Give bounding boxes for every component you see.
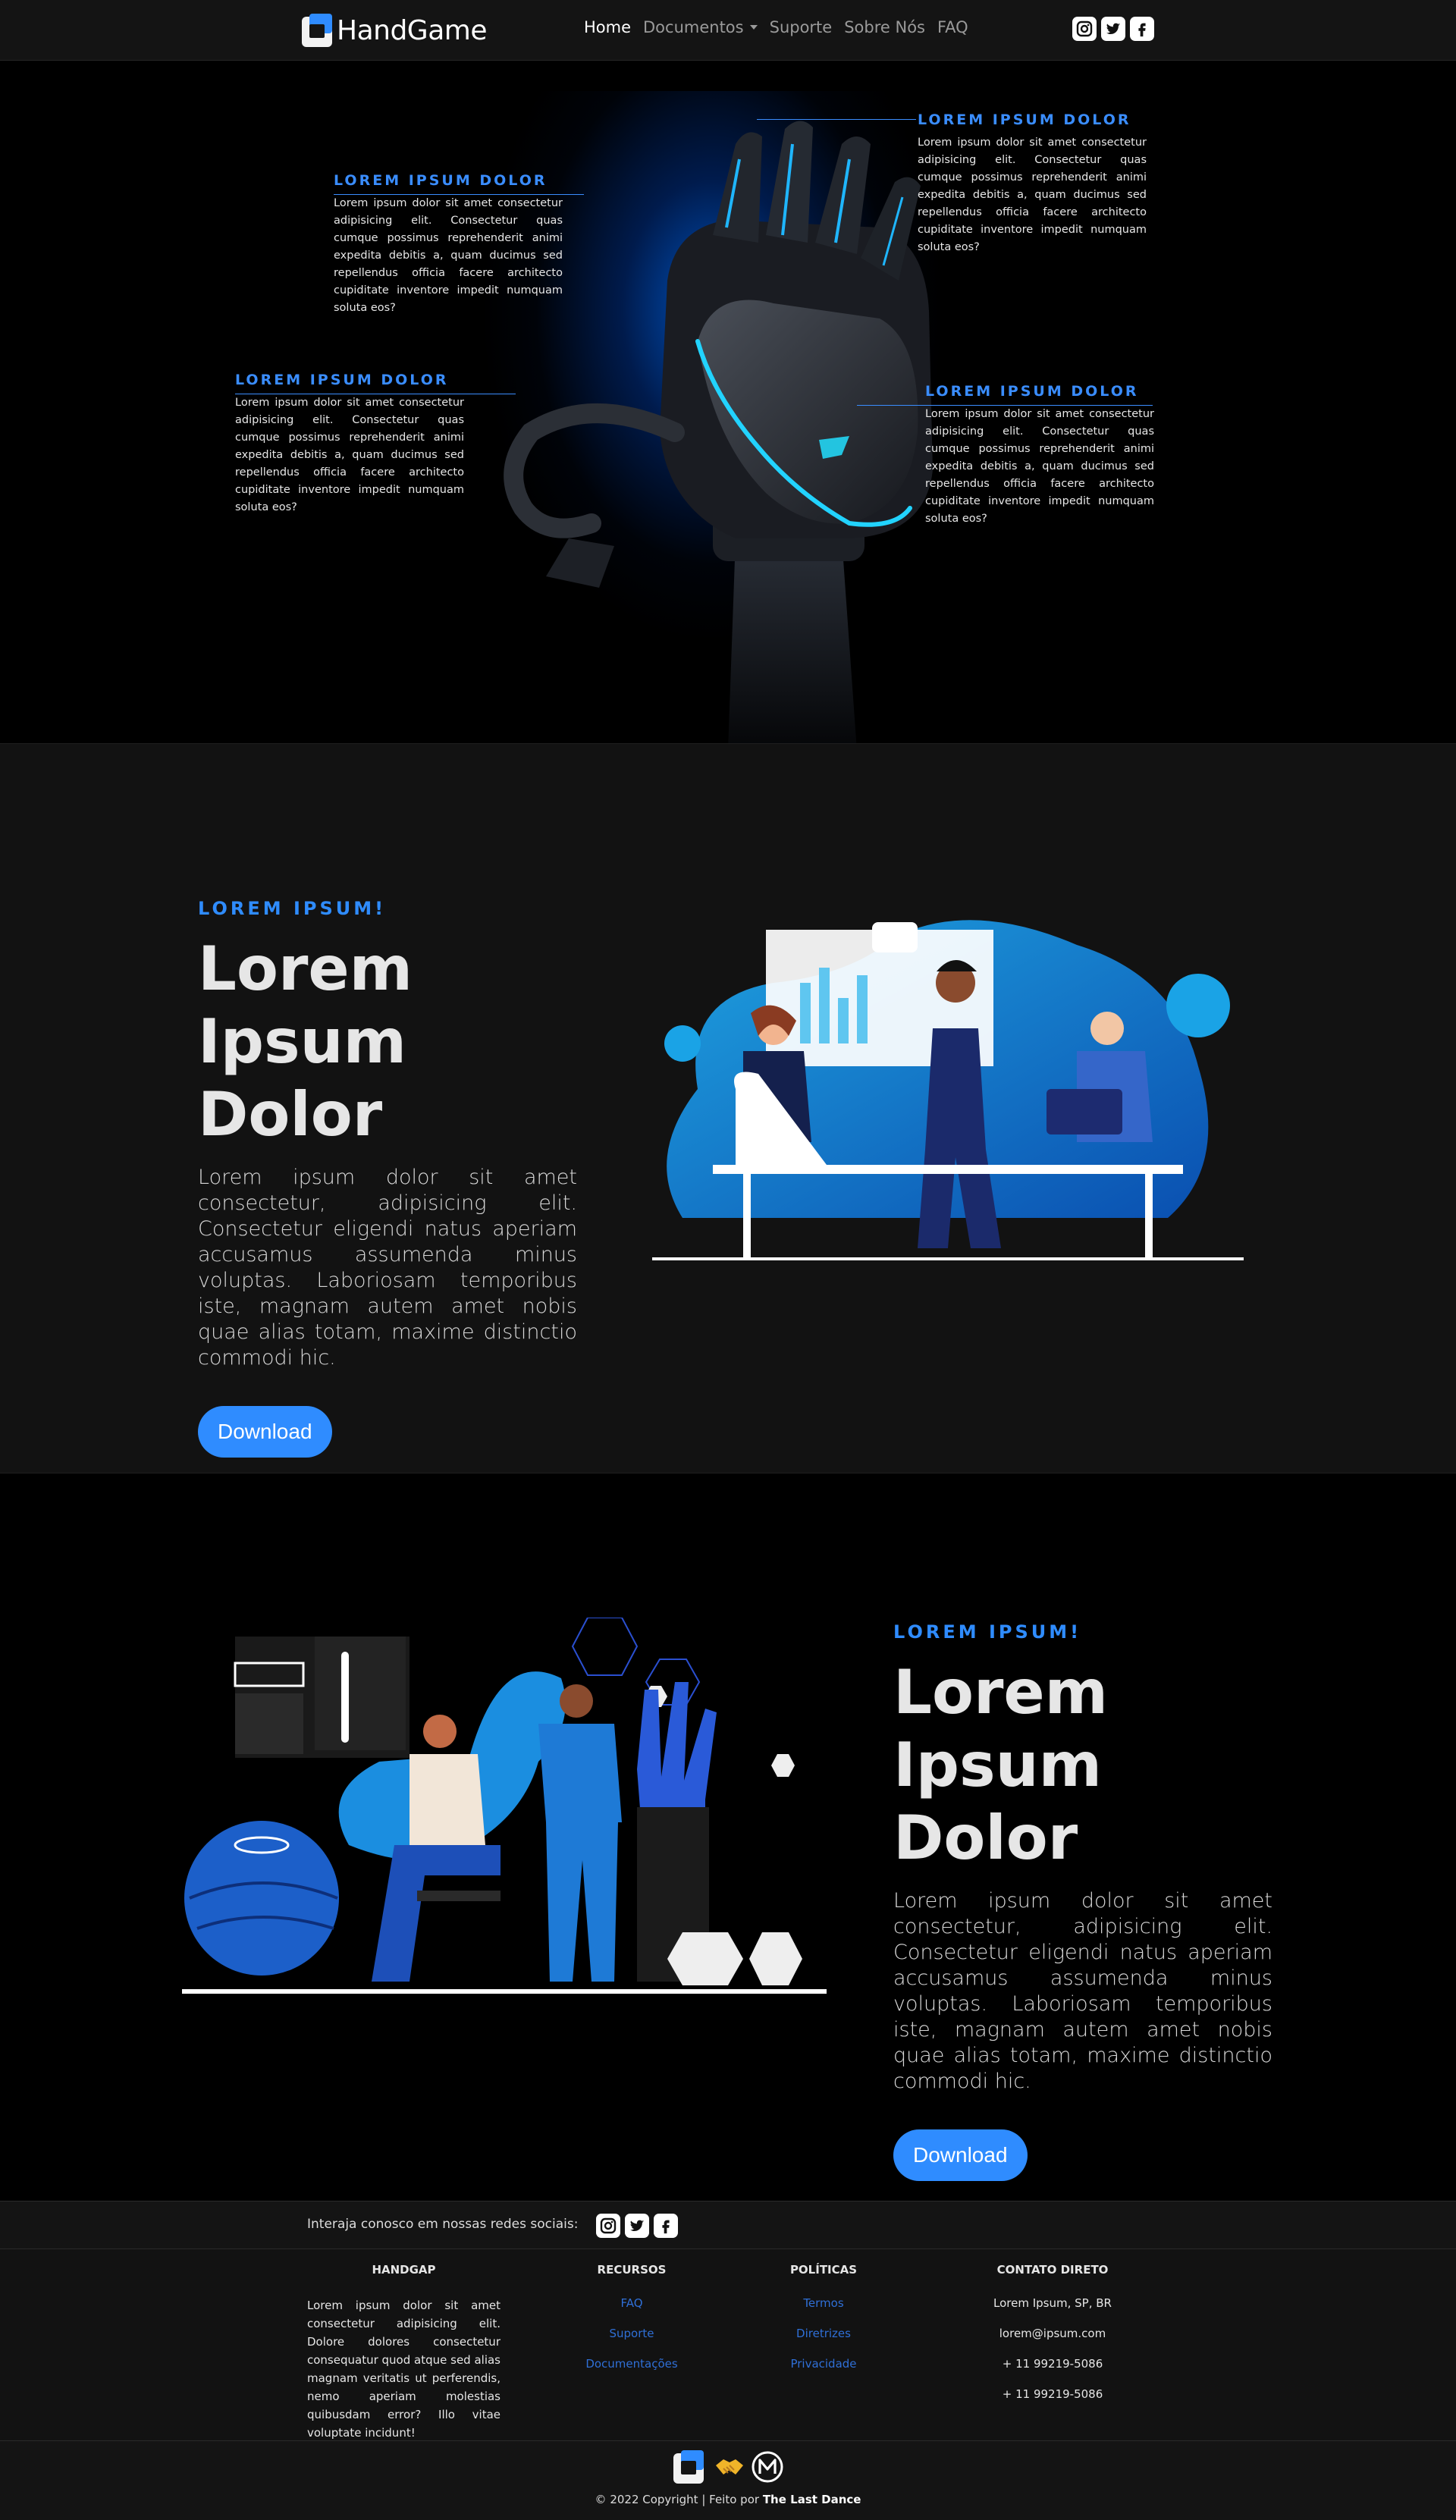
twitter-icon[interactable] — [1101, 17, 1125, 41]
nav-link-documentos-label: Documentos — [643, 18, 744, 36]
strip-social-links — [596, 2214, 678, 2238]
handshake-icon — [716, 2459, 743, 2474]
contact-phone: + 11 99219-5086 — [1002, 2387, 1103, 2401]
callout-title: LOREM IPSUM DOLOR — [925, 383, 1139, 400]
twitter-icon[interactable] — [625, 2214, 649, 2238]
section-text: Lorem ipsum dolor sit amet consectetur, … — [198, 1166, 577, 1370]
callout-title: LOREM IPSUM DOLOR — [918, 111, 1131, 128]
credits-bar: © 2022 Copyright | Feito por The Last Da… — [0, 2440, 1456, 2520]
brand-link[interactable]: HandGame — [302, 12, 487, 49]
contact-email: lorem@ipsum.com — [999, 2327, 1106, 2340]
footer: HANDGAP Lorem ipsum dolor sit amet conse… — [0, 2249, 1456, 2440]
handgame-logo-icon — [302, 14, 332, 47]
callout-connector — [334, 194, 584, 195]
footer-policies: POLÍTICAS Termos Diretrizes Privacidade — [748, 2263, 899, 2387]
handgame-logo-icon — [673, 2450, 704, 2484]
callout-text: Lorem ipsum dolor sit amet consectetur a… — [925, 408, 1154, 525]
hero-callout-top-left: LOREM IPSUM DOLOR Lorem ipsum dolor sit … — [334, 172, 584, 317]
footer-about: HANDGAP Lorem ipsum dolor sit amet conse… — [307, 2263, 500, 2442]
navbar: HandGame Home Documentos Suporte Sobre N… — [0, 0, 1456, 61]
instagram-icon[interactable] — [596, 2214, 620, 2238]
copyright-text: © 2022 Copyright | Feito por The Last Da… — [0, 2493, 1456, 2506]
facebook-icon[interactable] — [654, 2214, 678, 2238]
footer-contact-title: CONTATO DIRETO — [996, 2263, 1109, 2277]
hero-callout-mid-right: LOREM IPSUM DOLOR Lorem ipsum dolor sit … — [857, 383, 1154, 528]
section-heading: Lorem Ipsum Dolor — [893, 1657, 1109, 1873]
footer-contact: CONTATO DIRETO Lorem Ipsum, SP, BR lorem… — [977, 2263, 1128, 2418]
hero-callout-top-right: LOREM IPSUM DOLOR Lorem ipsum dolor sit … — [757, 111, 1147, 256]
credit-logos — [673, 2450, 784, 2484]
download-button[interactable]: Download — [893, 2129, 1028, 2181]
eyebrow: LOREM IPSUM! — [198, 898, 387, 919]
feature-section-1: LOREM IPSUM! Lorem Ipsum Dolor Lorem ips… — [0, 743, 1456, 1473]
physiotherapy-illustration — [182, 1618, 827, 1994]
brand-name: HandGame — [337, 14, 487, 46]
footer-link-faq[interactable]: FAQ — [556, 2296, 708, 2310]
footer-link-privacidade[interactable]: Privacidade — [748, 2357, 899, 2371]
contact-address: Lorem Ipsum, SP, BR — [993, 2296, 1112, 2310]
copyright-prefix: © 2022 Copyright | Feito por — [595, 2493, 760, 2506]
footer-about-text: Lorem ipsum dolor sit amet consectetur a… — [307, 2299, 500, 2440]
hero-callout-mid-left: LOREM IPSUM DOLOR Lorem ipsum dolor sit … — [235, 372, 516, 516]
footer-link-documentacoes[interactable]: Documentações — [556, 2357, 708, 2371]
contact-phone: + 11 99219-5086 — [1002, 2357, 1103, 2371]
section-text: Lorem ipsum dolor sit amet consectetur, … — [893, 1889, 1272, 2093]
nav-link-home[interactable]: Home — [584, 18, 631, 36]
nav-link-suporte[interactable]: Suporte — [770, 18, 833, 36]
hero-section: LOREM IPSUM DOLOR Lorem ipsum dolor sit … — [0, 61, 1456, 743]
callout-title: LOREM IPSUM DOLOR — [235, 372, 449, 388]
nav-link-sobre-nos[interactable]: Sobre Nós — [844, 18, 925, 36]
footer-link-suporte[interactable]: Suporte — [556, 2327, 708, 2340]
download-button[interactable]: Download — [198, 1406, 332, 1458]
footer-link-diretrizes[interactable]: Diretrizes — [748, 2327, 899, 2340]
callout-text: Lorem ipsum dolor sit amet consectetur a… — [918, 137, 1147, 253]
facebook-icon[interactable] — [1130, 17, 1154, 41]
footer-resources: RECURSOS FAQ Suporte Documentações — [556, 2263, 708, 2387]
feature-1-text: LOREM IPSUM! Lorem Ipsum Dolor Lorem ips… — [198, 898, 577, 1458]
feature-section-2: LOREM IPSUM! Lorem Ipsum Dolor Lorem ips… — [0, 1473, 1456, 2201]
callout-text: Lorem ipsum dolor sit amet consectetur a… — [334, 197, 563, 314]
instagram-icon[interactable] — [1072, 17, 1097, 41]
nav-social-links — [1072, 17, 1154, 41]
social-strip: Interaja conosco em nossas redes sociais… — [0, 2201, 1456, 2249]
nav-link-faq[interactable]: FAQ — [937, 18, 968, 36]
section-heading: Lorem Ipsum Dolor — [198, 934, 413, 1150]
copyright-author: The Last Dance — [762, 2493, 861, 2506]
callout-connector — [857, 405, 1153, 406]
footer-resources-title: RECURSOS — [597, 2263, 667, 2277]
footer-policies-title: POLÍTICAS — [789, 2263, 858, 2277]
footer-about-title: HANDGAP — [372, 2263, 436, 2277]
chevron-down-icon — [749, 25, 758, 30]
callout-text: Lorem ipsum dolor sit amet consectetur a… — [235, 397, 464, 513]
m-logo-icon — [752, 2451, 783, 2483]
callout-connector — [757, 119, 916, 120]
social-strip-text: Interaja conosco em nossas redes sociais… — [307, 2217, 579, 2232]
feature-2-text: LOREM IPSUM! Lorem Ipsum Dolor Lorem ips… — [893, 1621, 1272, 2181]
meeting-illustration — [652, 920, 1244, 1260]
callout-title: LOREM IPSUM DOLOR — [334, 172, 548, 189]
eyebrow: LOREM IPSUM! — [893, 1621, 1082, 1643]
nav-links: Home Documentos Suporte Sobre Nós FAQ — [584, 18, 981, 36]
footer-link-termos[interactable]: Termos — [748, 2296, 899, 2310]
nav-link-documentos[interactable]: Documentos — [643, 18, 758, 36]
